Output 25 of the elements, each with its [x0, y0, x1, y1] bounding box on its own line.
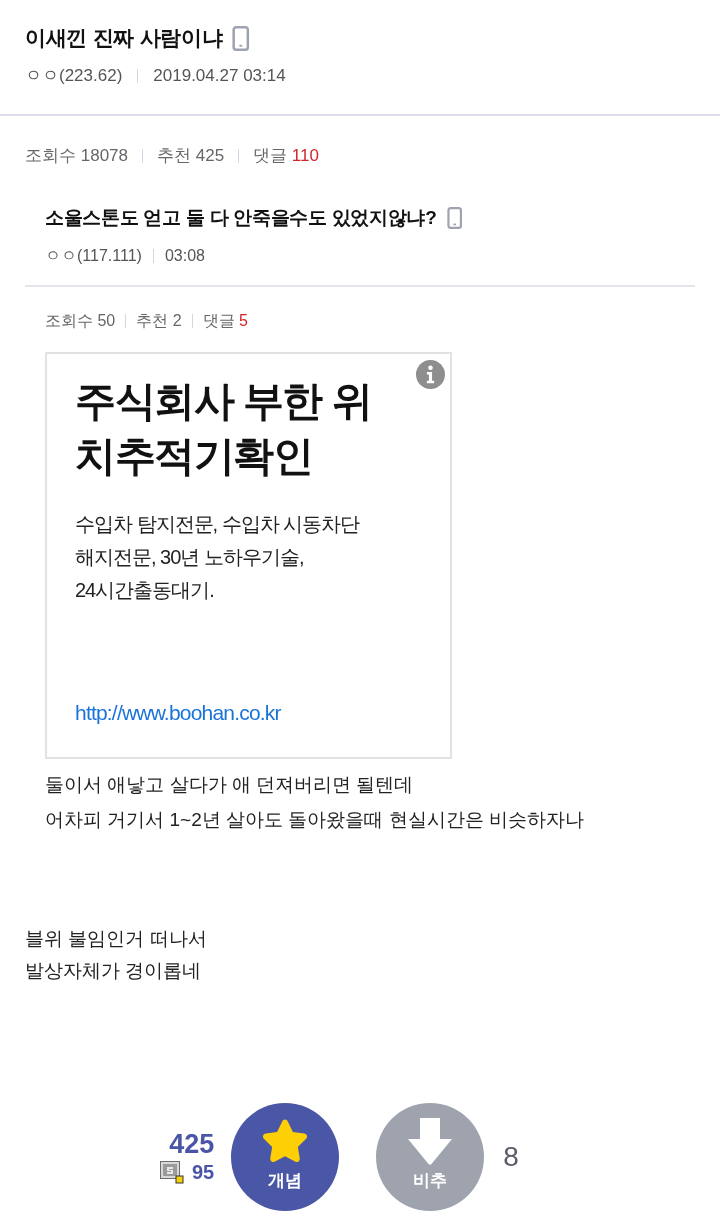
quoted-post-title: 소울스톤도 얻고 둘 다 안죽을수도 있었지않냐? — [45, 206, 437, 230]
recommend-count: 추천 2 — [136, 311, 182, 331]
author-name: ㅇㅇ(117.111) — [45, 246, 142, 266]
post-text: 블위 불임인거 떠나서 발상자체가 경이롭네 — [25, 927, 207, 983]
post-title: 이새낀 진짜 사람이냐 — [25, 25, 223, 51]
quoted-post-text: 둘이서 애낳고 살다가 애 던져버리면 될텐데 어차피 거기서 1~2년 살아도 돌아왔을때 현실시간은 비슷하자나 — [45, 773, 584, 832]
ad-banner[interactable]: 주식회사 부한 위 치추적기확인 수입차 탐지전문, 수입차 시동차단 해지전문, 30년 노하우기술, 24시간출동대기. http://www.boohan.co.kr — [45, 352, 452, 759]
member-badge-icon — [160, 1160, 184, 1184]
down-arrow-icon — [407, 1117, 454, 1166]
author-name: ㅇㅇ(223.62) — [25, 65, 123, 87]
info-icon[interactable] — [416, 360, 445, 389]
ad-link[interactable]: http://www.boohan.co.kr — [75, 698, 281, 728]
upvote-button[interactable]: 개념 — [231, 1103, 340, 1211]
view-count: 조회수 18078 — [25, 145, 128, 167]
post-date: 2019.04.27 03:14 — [153, 65, 286, 87]
post-time: 03:08 — [164, 246, 205, 266]
comment-count: 댓글 110 — [253, 145, 319, 167]
upvote-count: 425 — [169, 1129, 215, 1159]
downvote-count: 8 — [503, 1142, 519, 1172]
comment-count: 댓글 5 — [202, 311, 248, 331]
ad-headline: 주식회사 부한 위 치추적기확인 — [75, 377, 372, 481]
fixed-upvote-count: 95 — [192, 1160, 215, 1185]
ad-description: 수입차 탐지전문, 수입차 시동차단 해지전문, 30년 노하우기술, 24시간출동대기. — [75, 512, 360, 603]
view-count: 조회수 50 — [45, 311, 116, 331]
recommend-count: 추천 425 — [157, 145, 225, 167]
